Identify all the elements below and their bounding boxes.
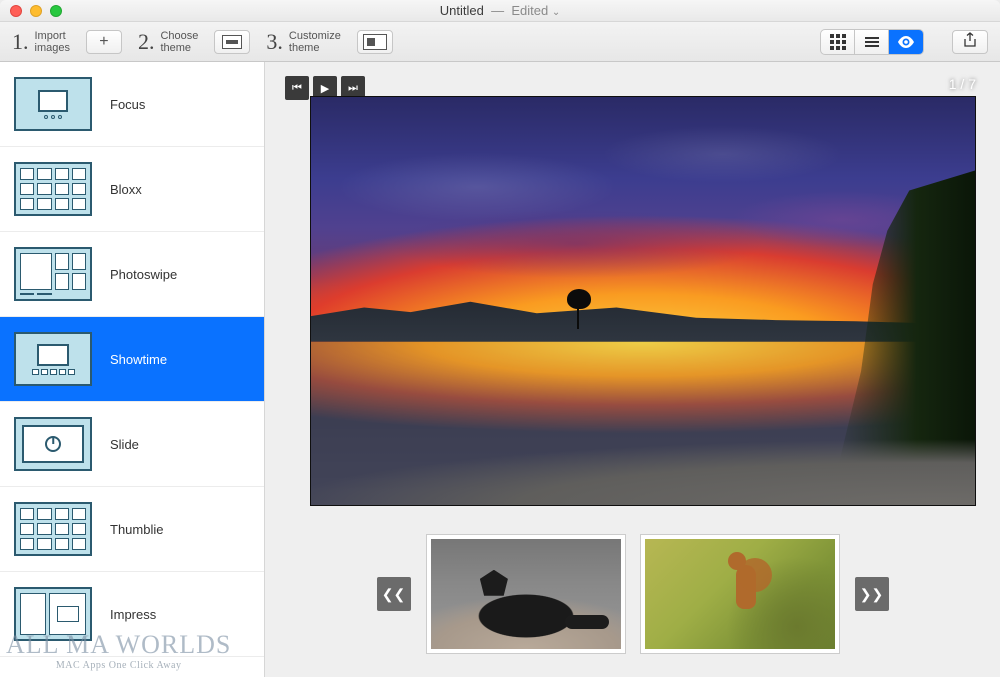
zoom-window-button[interactable] <box>50 5 62 17</box>
theme-chip-icon <box>222 35 242 49</box>
toolbar: 1. Import images + 2. Choose theme 3. Cu… <box>0 22 1000 62</box>
theme-thumb-impress <box>14 587 92 641</box>
grid-icon <box>830 34 846 50</box>
list-icon <box>865 37 879 47</box>
theme-item-photoswipe[interactable]: Photoswipe <box>0 232 264 317</box>
theme-thumb-showtime <box>14 332 92 386</box>
theme-label: Photoswipe <box>110 267 177 282</box>
customize-chip-icon <box>363 34 387 50</box>
choose-theme-button[interactable] <box>214 30 250 54</box>
slide-counter: 1 / 7 <box>949 76 976 92</box>
thumbs-prev-button[interactable]: ❮❮ <box>377 577 411 611</box>
theme-label: Bloxx <box>110 182 142 197</box>
chevron-left-icon: ❮❮ <box>382 586 405 603</box>
share-button[interactable] <box>952 30 988 54</box>
step-1-number: 1. <box>12 29 29 55</box>
document-status: Edited <box>511 3 548 18</box>
thumbnail-strip: ❮❮ ❯❯ <box>265 535 1000 653</box>
theme-item-focus[interactable]: Focus <box>0 62 264 147</box>
theme-sidebar: Focus Bloxx Photoswipe Showtime Slide <box>0 62 265 677</box>
window-titlebar: Untitled — Edited ⌄ <box>0 0 1000 22</box>
theme-item-impress[interactable]: Impress <box>0 572 264 657</box>
add-images-button[interactable]: + <box>86 30 122 54</box>
view-list-button[interactable] <box>855 30 889 54</box>
step-2-number: 2. <box>138 29 155 55</box>
hero-image[interactable] <box>310 96 976 506</box>
theme-thumb-thumblie <box>14 502 92 556</box>
share-icon <box>963 32 977 51</box>
theme-label: Thumblie <box>110 522 163 537</box>
step-3-number: 3. <box>266 29 283 55</box>
theme-label: Focus <box>110 97 145 112</box>
theme-thumb-focus <box>14 77 92 131</box>
step-1-import[interactable]: 1. Import images <box>12 29 70 55</box>
window-title: Untitled — Edited ⌄ <box>0 3 1000 18</box>
step-1-label: Import images <box>35 30 70 54</box>
theme-label: Impress <box>110 607 156 622</box>
title-dropdown-icon[interactable]: ⌄ <box>552 7 560 18</box>
view-mode-segment <box>820 29 924 55</box>
theme-item-slide[interactable]: Slide <box>0 402 264 487</box>
thumb-2[interactable] <box>641 535 839 653</box>
chevron-right-icon: ❯❯ <box>860 586 883 603</box>
eye-icon <box>897 36 915 48</box>
customize-theme-button[interactable] <box>357 30 393 54</box>
first-button[interactable]: ⏮ <box>285 76 309 100</box>
theme-thumb-slide <box>14 417 92 471</box>
theme-label: Slide <box>110 437 139 452</box>
theme-item-bloxx[interactable]: Bloxx <box>0 147 264 232</box>
step-2-choose-theme[interactable]: 2. Choose theme <box>138 29 198 55</box>
theme-item-showtime[interactable]: Showtime <box>0 317 264 402</box>
plus-icon: + <box>99 33 108 51</box>
view-grid-button[interactable] <box>821 30 855 54</box>
skip-back-icon: ⏮ <box>292 82 302 95</box>
close-window-button[interactable] <box>10 5 22 17</box>
preview-pane: ⏮ ▶ ⏭ 1 / 7 ❮❮ ❯❯ <box>265 62 1000 677</box>
theme-label: Showtime <box>110 352 167 367</box>
theme-item-thumblie[interactable]: Thumblie <box>0 487 264 572</box>
step-3-customize-theme[interactable]: 3. Customize theme <box>266 29 340 55</box>
thumbs-next-button[interactable]: ❯❯ <box>855 577 889 611</box>
title-separator: — <box>491 3 504 18</box>
window-controls <box>10 5 62 17</box>
minimize-window-button[interactable] <box>30 5 42 17</box>
thumb-1[interactable] <box>427 535 625 653</box>
step-3-label: Customize theme <box>289 30 341 54</box>
play-icon: ▶ <box>321 82 329 95</box>
step-2-label: Choose theme <box>160 30 198 54</box>
document-name: Untitled <box>440 3 484 18</box>
view-preview-button[interactable] <box>889 30 923 54</box>
skip-forward-icon: ⏭ <box>348 82 358 95</box>
theme-thumb-photoswipe <box>14 247 92 301</box>
theme-thumb-bloxx <box>14 162 92 216</box>
